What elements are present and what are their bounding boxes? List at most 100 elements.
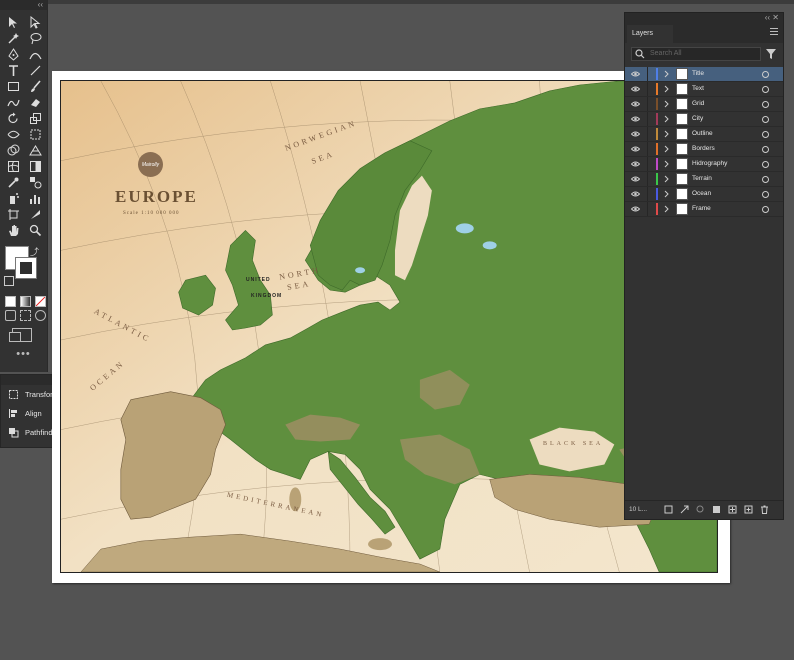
- blend-tool[interactable]: [24, 174, 46, 190]
- visibility-eye-icon[interactable]: [631, 190, 640, 198]
- lock-toggle[interactable]: [647, 202, 648, 216]
- layer-row[interactable]: Text: [625, 82, 783, 97]
- lock-toggle[interactable]: [647, 112, 648, 126]
- swap-fill-stroke-icon[interactable]: ⤴: [30, 245, 39, 258]
- layer-row[interactable]: Outline: [625, 127, 783, 142]
- layer-row[interactable]: Grid: [625, 97, 783, 112]
- chevron-right-icon[interactable]: [663, 130, 670, 138]
- mesh-tool[interactable]: [2, 158, 24, 174]
- visibility-eye-icon[interactable]: [631, 145, 640, 153]
- magic-wand-tool[interactable]: [2, 30, 24, 46]
- panel-collapse-icon[interactable]: ‹‹: [0, 0, 47, 10]
- collect-for-export-icon[interactable]: [664, 505, 673, 514]
- width-tool[interactable]: [2, 126, 24, 142]
- none-mode-icon[interactable]: [35, 295, 46, 307]
- layer-target-icon[interactable]: [762, 71, 769, 78]
- lasso-tool[interactable]: [24, 30, 46, 46]
- lock-toggle[interactable]: [647, 67, 648, 81]
- tab-layers[interactable]: Layers: [627, 25, 673, 43]
- lock-toggle[interactable]: [647, 97, 648, 111]
- gradient-mode-icon[interactable]: [20, 295, 31, 307]
- lock-toggle[interactable]: [647, 187, 648, 201]
- new-sublayer-icon[interactable]: [728, 505, 737, 514]
- layer-row[interactable]: Frame: [625, 202, 783, 217]
- panel-collapse-icon[interactable]: ‹‹ ✕: [625, 13, 783, 22]
- draw-inside-icon[interactable]: [35, 309, 46, 321]
- layer-row[interactable]: Borders: [625, 142, 783, 157]
- visibility-eye-icon[interactable]: [631, 160, 640, 168]
- line-segment-tool[interactable]: [24, 62, 46, 78]
- layer-target-icon[interactable]: [762, 116, 769, 123]
- selection-tool[interactable]: [2, 14, 24, 30]
- visibility-eye-icon[interactable]: [631, 100, 640, 108]
- layer-target-icon[interactable]: [762, 176, 769, 183]
- lock-toggle[interactable]: [647, 157, 648, 171]
- direct-selection-tool[interactable]: [24, 14, 46, 30]
- rotate-tool[interactable]: [2, 110, 24, 126]
- layer-target-icon[interactable]: [762, 131, 769, 138]
- shaper-tool[interactable]: [2, 94, 24, 110]
- layer-target-icon[interactable]: [762, 101, 769, 108]
- layer-target-icon[interactable]: [762, 86, 769, 93]
- graph-tool[interactable]: [24, 190, 46, 206]
- chevron-right-icon[interactable]: [663, 160, 670, 168]
- layer-row[interactable]: Terrain: [625, 172, 783, 187]
- layer-target-icon[interactable]: [762, 206, 769, 213]
- lock-toggle[interactable]: [647, 82, 648, 96]
- chevron-right-icon[interactable]: [663, 70, 670, 78]
- eraser-tool[interactable]: [24, 94, 46, 110]
- layer-row[interactable]: Title: [625, 67, 783, 82]
- visibility-eye-icon[interactable]: [631, 85, 640, 93]
- symbol-sprayer-tool[interactable]: [2, 190, 24, 206]
- slice-tool[interactable]: [24, 206, 46, 222]
- layer-target-icon[interactable]: [762, 146, 769, 153]
- artboard-tool[interactable]: [2, 206, 24, 222]
- gradient-tool[interactable]: [24, 158, 46, 174]
- layer-row[interactable]: Hidrography: [625, 157, 783, 172]
- visibility-eye-icon[interactable]: [631, 175, 640, 183]
- color-mode-icon[interactable]: [5, 295, 16, 307]
- filter-icon[interactable]: [766, 49, 776, 59]
- default-fill-stroke-icon[interactable]: [4, 276, 14, 286]
- delete-layer-icon[interactable]: [760, 505, 769, 514]
- new-layer-icon[interactable]: [744, 505, 753, 514]
- visibility-eye-icon[interactable]: [631, 70, 640, 78]
- stroke-swatch[interactable]: [15, 257, 37, 279]
- perspective-grid-tool[interactable]: [24, 142, 46, 158]
- chevron-right-icon[interactable]: [663, 115, 670, 123]
- lock-toggle[interactable]: [647, 142, 648, 156]
- visibility-eye-icon[interactable]: [631, 130, 640, 138]
- visibility-eye-icon[interactable]: [631, 115, 640, 123]
- layer-target-icon[interactable]: [762, 161, 769, 168]
- chevron-right-icon[interactable]: [663, 175, 670, 183]
- layer-row[interactable]: City: [625, 112, 783, 127]
- chevron-right-icon[interactable]: [663, 100, 670, 108]
- europe-map[interactable]: Mairolly EUROPE Scale 1:10 000 000 NORWE…: [60, 80, 718, 573]
- chevron-right-icon[interactable]: [663, 190, 670, 198]
- rectangle-tool[interactable]: [2, 78, 24, 94]
- pen-tool[interactable]: [2, 46, 24, 62]
- chevron-right-icon[interactable]: [663, 85, 670, 93]
- free-transform-tool[interactable]: [24, 126, 46, 142]
- shape-builder-tool[interactable]: [2, 142, 24, 158]
- clipping-mask-icon[interactable]: [712, 505, 721, 514]
- lock-toggle[interactable]: [647, 172, 648, 186]
- hand-tool[interactable]: [2, 222, 24, 238]
- export-icon[interactable]: [680, 505, 689, 514]
- draw-normal-icon[interactable]: [5, 309, 16, 321]
- curvature-tool[interactable]: [24, 46, 46, 62]
- eyedropper-tool[interactable]: [2, 174, 24, 190]
- screen-mode-icon[interactable]: [9, 328, 32, 342]
- paintbrush-tool[interactable]: [24, 78, 46, 94]
- visibility-eye-icon[interactable]: [631, 205, 640, 213]
- locate-object-icon[interactable]: [696, 505, 705, 514]
- type-tool[interactable]: [2, 62, 24, 78]
- zoom-tool[interactable]: [24, 222, 46, 238]
- scale-tool[interactable]: [24, 110, 46, 126]
- layer-row[interactable]: Ocean: [625, 187, 783, 202]
- draw-behind-icon[interactable]: [20, 309, 31, 321]
- layers-search-input[interactable]: Search All: [631, 47, 761, 61]
- edit-toolbar-button[interactable]: •••: [0, 348, 47, 360]
- chevron-right-icon[interactable]: [663, 205, 670, 213]
- lock-toggle[interactable]: [647, 127, 648, 141]
